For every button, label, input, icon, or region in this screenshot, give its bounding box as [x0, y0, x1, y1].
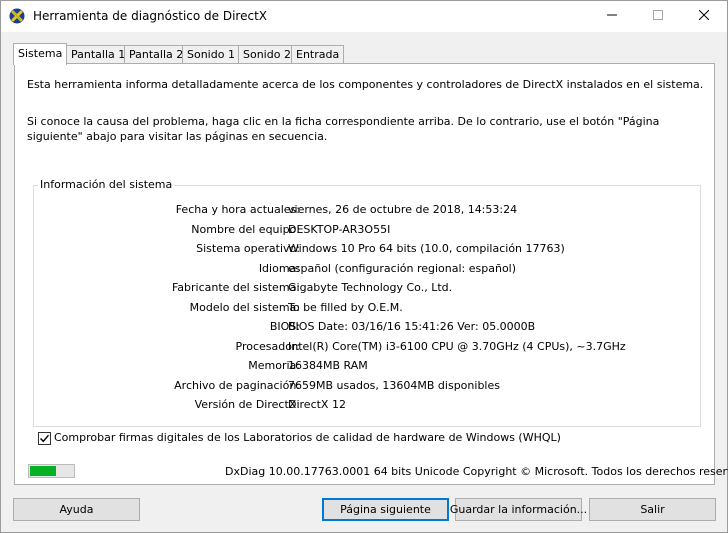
info-row-processor: Procesador: Intel(R) Core(TM) i3-6100 CP…	[34, 340, 702, 356]
whql-checkbox-label[interactable]: Comprobar firmas digitales de los Labora…	[54, 431, 561, 444]
info-value: Intel(R) Core(TM) i3-6100 CPU @ 3.70GHz …	[288, 340, 626, 353]
help-button[interactable]: Ayuda	[13, 498, 140, 521]
dxdiag-window: Herramienta de diagnóstico de DirectX Si…	[0, 0, 728, 533]
info-row-date: Fecha y hora actuales: viernes, 26 de oc…	[34, 203, 702, 219]
info-value: 7659MB usados, 13604MB disponibles	[288, 379, 500, 392]
info-label: Fabricante del sistema:	[171, 281, 300, 294]
version-copyright-text: DxDiag 10.00.17763.0001 64 bits Unicode …	[225, 465, 728, 478]
info-value: To be filled by O.E.M.	[288, 301, 403, 314]
info-row-bios: BIOS: BIOS Date: 03/16/16 15:41:26 Ver: …	[34, 320, 702, 336]
whql-checkbox[interactable]	[38, 432, 51, 445]
info-value: viernes, 26 de octubre de 2018, 14:53:24	[288, 203, 518, 216]
tab-sistema[interactable]: Sistema	[13, 43, 68, 65]
sistema-panel: Esta herramienta informa detalladamente …	[14, 63, 715, 485]
info-label: Fecha y hora actuales:	[175, 203, 300, 216]
info-value: español (configuración regional: español…	[288, 262, 517, 275]
close-button[interactable]	[681, 1, 727, 32]
info-value: DirectX 12	[288, 398, 346, 411]
tab-entrada[interactable]: Entrada	[291, 45, 345, 64]
info-row-directx-version: Versión de DirectX: DirectX 12	[34, 398, 702, 414]
info-value: 16384MB RAM	[288, 359, 368, 372]
group-title: Información del sistema	[38, 178, 175, 191]
info-value: Gigabyte Technology Co., Ltd.	[288, 281, 453, 294]
window-title: Herramienta de diagnóstico de DirectX	[33, 9, 267, 23]
info-row-os: Sistema operativo: Windows 10 Pro 64 bit…	[34, 242, 702, 258]
info-row-manufacturer: Fabricante del sistema: Gigabyte Technol…	[34, 281, 702, 297]
info-label: Versión de DirectX:	[194, 398, 300, 411]
tab-pantalla-2[interactable]: Pantalla 2	[124, 45, 189, 64]
maximize-icon	[653, 10, 663, 23]
maximize-button	[635, 1, 681, 32]
progress-bar	[28, 464, 75, 478]
info-row-computer-name: Nombre del equipo: DESKTOP-AR3O55I	[34, 223, 702, 239]
close-icon	[698, 9, 710, 23]
info-row-language: Idioma: español (configuración regional:…	[34, 262, 702, 278]
tab-pantalla-1[interactable]: Pantalla 1	[66, 45, 131, 64]
info-value: Windows 10 Pro 64 bits (10.0, compilació…	[288, 242, 565, 255]
progress-fill	[30, 466, 56, 476]
tab-sonido-1[interactable]: Sonido 1	[182, 45, 240, 64]
title-bar[interactable]: Herramienta de diagnóstico de DirectX	[1, 1, 727, 32]
tab-sonido-2[interactable]: Sonido 2	[238, 45, 296, 64]
intro-text: Esta herramienta informa detalladamente …	[27, 78, 704, 91]
info-label: Archivo de paginación:	[174, 379, 300, 392]
info-value: BIOS Date: 03/16/16 15:41:26 Ver: 05.000…	[288, 320, 536, 333]
minimize-icon	[607, 10, 617, 23]
next-page-button[interactable]: Página siguiente	[322, 498, 449, 521]
info-label: Modelo del sistema:	[189, 301, 300, 314]
instructions-text: Si conoce la causa del problema, haga cl…	[27, 115, 660, 143]
info-label: Nombre del equipo:	[191, 223, 300, 236]
directx-x-icon	[9, 8, 25, 24]
info-row-model: Modelo del sistema: To be filled by O.E.…	[34, 301, 702, 317]
system-info-group: Información del sistema Fecha y hora act…	[33, 178, 702, 427]
info-row-pagefile: Archivo de paginación: 7659MB usados, 13…	[34, 379, 702, 395]
exit-button[interactable]: Salir	[589, 498, 716, 521]
minimize-button[interactable]	[589, 1, 635, 32]
info-value: DESKTOP-AR3O55I	[288, 223, 391, 236]
info-row-memory: Memoria: 16384MB RAM	[34, 359, 702, 375]
save-info-button[interactable]: Guardar la información...	[450, 498, 587, 521]
info-label: Sistema operativo:	[196, 242, 300, 255]
